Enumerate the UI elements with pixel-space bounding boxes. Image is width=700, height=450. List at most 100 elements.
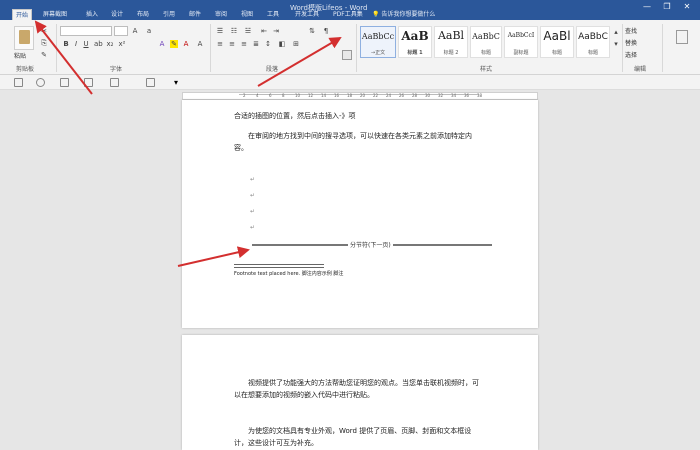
align-left-icon[interactable]: ≡ [216, 40, 224, 48]
maximize-button[interactable]: ❐ [660, 2, 674, 12]
page1-paragraph-2: 在审阅的地方找到中间的搜寻选项，可以快速在各类元素之前添加特定内容。 [234, 132, 472, 152]
style-name: 标题 [480, 50, 491, 56]
align-right-icon[interactable]: ≡ [240, 40, 248, 48]
shading-icon[interactable]: ◧ [278, 40, 286, 48]
tab-mailings[interactable]: 邮件 [186, 9, 204, 20]
group-divider [56, 24, 57, 72]
decrease-indent-icon[interactable]: ⇤ [260, 27, 268, 35]
horizontal-ruler[interactable]: 2 4 6 8 10 12 14 16 18 20 22 24 26 28 30 32 34 36 38 [182, 92, 538, 100]
style-subtitle[interactable]: AaBbCcI 副标题 [504, 26, 538, 58]
redo-icon[interactable] [60, 78, 69, 87]
tab-layout[interactable]: 布局 [134, 9, 152, 20]
tell-me-search[interactable]: 💡 告诉我你想要做什么 [372, 9, 512, 19]
style-heading-1[interactable]: AaB 标题 1 [398, 26, 432, 58]
paragraph-dialog-launcher[interactable] [342, 50, 352, 60]
bold-icon[interactable]: B [62, 40, 70, 48]
sort-icon[interactable]: ⇅ [308, 27, 316, 35]
save-icon[interactable] [14, 78, 23, 87]
line-spacing-icon[interactable]: ↕ [264, 40, 272, 48]
bullets-icon[interactable]: ☰ [216, 27, 224, 35]
sensitivity-icon[interactable] [676, 30, 688, 44]
tab-screenshot[interactable]: 屏幕截图 [40, 9, 70, 20]
highlight-icon[interactable]: ✎ [170, 40, 178, 48]
document-page-2[interactable]: 视频提供了功能强大的方法帮助您证明您的观点。当您单击联机视频时，可以在想要添加的… [182, 335, 538, 450]
tab-tools[interactable]: 工具 [264, 9, 282, 20]
font-size-select[interactable] [114, 26, 128, 36]
find-button[interactable]: 查找 [625, 26, 637, 35]
ruler-tick-label: 16 [334, 93, 340, 98]
ribbon-home: 粘贴 ✂ ⎘ ✎ 剪贴板 A B I U ab x₂ x² a A ✎ A A … [0, 20, 700, 75]
tab-references[interactable]: 引用 [160, 9, 178, 20]
minimize-button[interactable]: — [640, 2, 654, 12]
ruler-tick-label: 10 [295, 93, 301, 98]
group-label-paragraph: 段落 [266, 66, 279, 73]
style-heading-3[interactable]: AaBl 标题 [540, 26, 574, 58]
styles-scroll-down-icon[interactable]: ▾ [612, 40, 620, 48]
style-name: →正文 [370, 50, 386, 56]
increase-indent-icon[interactable]: ⇥ [272, 27, 280, 35]
font-color-icon[interactable]: A [182, 40, 190, 48]
clipboard-icon [19, 30, 30, 44]
editing-tools: 查找 替换 选择 [625, 26, 637, 59]
ruler-tick-label: 32 [438, 93, 444, 98]
cut-icon[interactable]: ✂ [40, 27, 48, 35]
styles-scroll-up-icon[interactable]: ▴ [612, 28, 620, 36]
print-preview-icon[interactable] [110, 78, 119, 87]
group-divider [662, 24, 663, 72]
char-shading-icon[interactable]: A [196, 40, 204, 48]
style-heading-2[interactable]: AaBl 标题 2 [434, 26, 468, 58]
close-button[interactable]: ✕ [680, 2, 694, 12]
style-normal[interactable]: AaBbCc →正文 [360, 26, 396, 58]
replace-button[interactable]: 替换 [625, 38, 637, 47]
font-name-select[interactable] [60, 26, 112, 36]
subscript-icon[interactable]: x₂ [106, 40, 114, 48]
borders-icon[interactable]: ⊞ [292, 40, 300, 48]
tab-review[interactable]: 审阅 [212, 9, 230, 20]
multilevel-list-icon[interactable]: ☱ [244, 27, 252, 35]
italic-icon[interactable]: I [72, 40, 80, 48]
align-center-icon[interactable]: ≡ [228, 40, 236, 48]
shrink-font-icon[interactable]: a [145, 27, 153, 35]
open-icon[interactable] [146, 78, 155, 87]
style-title[interactable]: AaBbC 标题 [470, 26, 502, 58]
style-name: 副标题 [513, 50, 529, 56]
style-sample: AaBbCc [361, 32, 395, 41]
paragraph-mark: ↵ [250, 224, 256, 231]
show-marks-icon[interactable]: ¶ [322, 27, 330, 35]
undo-icon[interactable] [36, 78, 45, 87]
strikethrough-icon[interactable]: ab [94, 40, 103, 48]
format-painter-icon[interactable]: ✎ [40, 51, 48, 59]
select-button[interactable]: 选择 [625, 50, 637, 59]
style-name: 标题 2 [443, 50, 459, 56]
tab-design[interactable]: 设计 [108, 9, 126, 20]
copy-icon[interactable]: ⎘ [40, 39, 48, 47]
ruler-tick-label: 8 [282, 93, 285, 98]
style-sample: AaB [401, 29, 429, 43]
tab-pdf-tools[interactable]: PDF工具集 [330, 9, 366, 20]
tab-insert[interactable]: 插入 [83, 9, 101, 20]
underline-icon[interactable]: U [82, 40, 90, 48]
footnote-separator [234, 264, 324, 265]
page1-line1: 合适的插图的位置，然后点击插入-》项 [234, 112, 356, 120]
ruler-tick-label: 38 [477, 93, 483, 98]
tab-developer[interactable]: 开发工具 [292, 9, 322, 20]
ruler-tick-label: 28 [412, 93, 418, 98]
ruler-tick-label: 14 [321, 93, 327, 98]
document-page-1[interactable]: 合适的插图的位置，然后点击插入-》项 在审阅的地方找到中间的搜寻选项，可以快速在… [182, 100, 538, 328]
numbering-icon[interactable]: ☷ [230, 27, 238, 35]
new-doc-icon[interactable] [84, 78, 93, 87]
group-divider [622, 24, 623, 72]
superscript-icon[interactable]: x² [118, 40, 126, 48]
paste-button[interactable] [14, 26, 34, 50]
customize-qat-icon[interactable]: ▾ [174, 78, 183, 87]
grow-font-icon[interactable]: A [131, 27, 139, 35]
ruler-tick-label: 24 [386, 93, 392, 98]
justify-icon[interactable]: ≣ [252, 40, 260, 48]
ruler-tick-label: 12 [308, 93, 314, 98]
style-heading-4[interactable]: AaBbC 标题 [576, 26, 610, 58]
paragraph-mark: ↵ [250, 192, 256, 199]
tab-view[interactable]: 视图 [238, 9, 256, 20]
style-sample: AaBl [543, 29, 571, 43]
text-effects-icon[interactable]: A [158, 40, 166, 48]
tab-home[interactable]: 开始 [12, 9, 33, 20]
